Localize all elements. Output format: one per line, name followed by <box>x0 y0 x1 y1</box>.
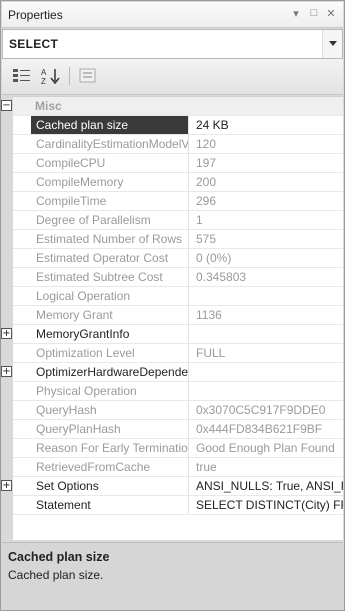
grid-row[interactable]: Set Options ANSI_NULLS: True, ANSI_P <box>13 477 343 496</box>
grid-row[interactable]: Physical Operation <box>13 382 343 401</box>
grid-row[interactable]: CompileMemory 200 <box>13 173 343 192</box>
grid-row[interactable]: QueryHash 0x3070C5C917F9DDE0 <box>13 401 343 420</box>
dropdown-arrow-icon[interactable]: ▾ <box>289 7 303 20</box>
property-value[interactable]: 0.345803 <box>191 268 343 286</box>
grid-row[interactable]: Estimated Subtree Cost 0.345803 <box>13 268 343 287</box>
property-name: Reason For Early Terminatio <box>31 439 189 457</box>
expand-icon[interactable]: + <box>1 480 12 491</box>
property-value[interactable]: SELECT DISTINCT(City) FR <box>191 496 343 514</box>
sort-alpha-icon[interactable]: A Z <box>40 67 60 86</box>
property-name: Estimated Operator Cost <box>31 249 189 267</box>
maximize-icon[interactable]: □ <box>307 7 321 19</box>
category-row-misc[interactable]: Misc <box>13 97 343 116</box>
property-value[interactable]: 0 (0%) <box>191 249 343 267</box>
property-name: Statement <box>31 496 189 514</box>
property-pages-icon[interactable] <box>78 67 98 85</box>
property-name: MemoryGrantInfo <box>31 325 189 343</box>
property-name: Logical Operation <box>31 287 189 305</box>
property-name: CardinalityEstimationModelV <box>31 135 189 153</box>
property-grid: Misc Cached plan size 24 KB CardinalityE… <box>13 96 343 540</box>
grid-row[interactable]: Cached plan size 24 KB <box>13 116 343 135</box>
property-name: QueryPlanHash <box>31 420 189 438</box>
window-titlebar: Properties ▾ □ ✕ <box>2 2 343 28</box>
property-value[interactable] <box>191 287 343 305</box>
object-selector-dropdown-button[interactable] <box>322 30 342 58</box>
property-name: Set Options <box>31 477 189 495</box>
grid-row[interactable]: CardinalityEstimationModelV 120 <box>13 135 343 154</box>
property-name: OptimizerHardwareDepende <box>31 363 189 381</box>
property-name: Memory Grant <box>31 306 189 324</box>
toolbar: A Z <box>2 59 343 95</box>
expand-icon[interactable]: + <box>1 366 12 377</box>
property-name: CompileMemory <box>31 173 189 191</box>
property-name: Estimated Number of Rows <box>31 230 189 248</box>
property-value[interactable] <box>191 325 343 343</box>
property-name: CompileCPU <box>31 154 189 172</box>
expand-icon[interactable]: + <box>1 328 12 339</box>
grid-row[interactable]: Statement SELECT DISTINCT(City) FR <box>13 496 343 515</box>
category-label: Misc <box>35 99 62 113</box>
property-value[interactable]: 0x444FD834B621F9BF <box>191 420 343 438</box>
property-name: RetrievedFromCache <box>31 458 189 476</box>
property-value[interactable]: 120 <box>191 135 343 153</box>
property-name: Physical Operation <box>31 382 189 400</box>
collapse-icon[interactable]: − <box>1 100 12 111</box>
categorized-icon[interactable] <box>12 67 32 85</box>
svg-text:A: A <box>41 68 47 77</box>
property-value[interactable] <box>191 363 343 381</box>
description-text: Cached plan size. <box>8 568 104 582</box>
grid-row[interactable]: CompileTime 296 <box>13 192 343 211</box>
property-name: QueryHash <box>31 401 189 419</box>
property-value[interactable]: 24 KB <box>191 116 343 134</box>
grid-row[interactable]: Logical Operation <box>13 287 343 306</box>
property-name: Estimated Subtree Cost <box>31 268 189 286</box>
property-value[interactable]: 575 <box>191 230 343 248</box>
properties-window: Properties ▾ □ ✕ SELECT A Z Misc Cached … <box>0 0 345 611</box>
window-title: Properties <box>8 8 63 22</box>
grid-row[interactable]: Memory Grant 1136 <box>13 306 343 325</box>
object-selector-value: SELECT <box>9 37 59 51</box>
grid-row[interactable]: Degree of Parallelism 1 <box>13 211 343 230</box>
object-selector[interactable]: SELECT <box>2 29 343 59</box>
description-title: Cached plan size <box>8 550 110 564</box>
toolbar-separator <box>69 67 70 85</box>
close-icon[interactable]: ✕ <box>324 7 338 20</box>
property-value[interactable]: 296 <box>191 192 343 210</box>
grid-row[interactable]: RetrievedFromCache true <box>13 458 343 477</box>
grid-gutter <box>1 96 13 540</box>
property-value[interactable]: 197 <box>191 154 343 172</box>
svg-text:Z: Z <box>41 77 46 85</box>
grid-row[interactable]: OptimizerHardwareDepende <box>13 363 343 382</box>
grid-row[interactable]: Optimization Level FULL <box>13 344 343 363</box>
property-value[interactable]: FULL <box>191 344 343 362</box>
property-name: CompileTime <box>31 192 189 210</box>
property-name: Cached plan size <box>31 116 189 134</box>
property-value[interactable]: 0x3070C5C917F9DDE0 <box>191 401 343 419</box>
property-value[interactable]: 1136 <box>191 306 343 324</box>
grid-row[interactable]: CompileCPU 197 <box>13 154 343 173</box>
property-value[interactable] <box>191 382 343 400</box>
property-name: Degree of Parallelism <box>31 211 189 229</box>
chevron-down-icon <box>329 41 337 46</box>
property-value[interactable]: Good Enough Plan Found <box>191 439 343 457</box>
grid-row[interactable]: Reason For Early Terminatio Good Enough … <box>13 439 343 458</box>
property-name: Optimization Level <box>31 344 189 362</box>
property-value[interactable]: 1 <box>191 211 343 229</box>
grid-row[interactable]: Estimated Operator Cost 0 (0%) <box>13 249 343 268</box>
property-value[interactable]: 200 <box>191 173 343 191</box>
grid-row[interactable]: Estimated Number of Rows 575 <box>13 230 343 249</box>
property-value[interactable]: true <box>191 458 343 476</box>
grid-row[interactable]: QueryPlanHash 0x444FD834B621F9BF <box>13 420 343 439</box>
grid-row[interactable]: MemoryGrantInfo <box>13 325 343 344</box>
description-pane: Cached plan size Cached plan size. <box>2 542 343 610</box>
property-value[interactable]: ANSI_NULLS: True, ANSI_P <box>191 477 343 495</box>
